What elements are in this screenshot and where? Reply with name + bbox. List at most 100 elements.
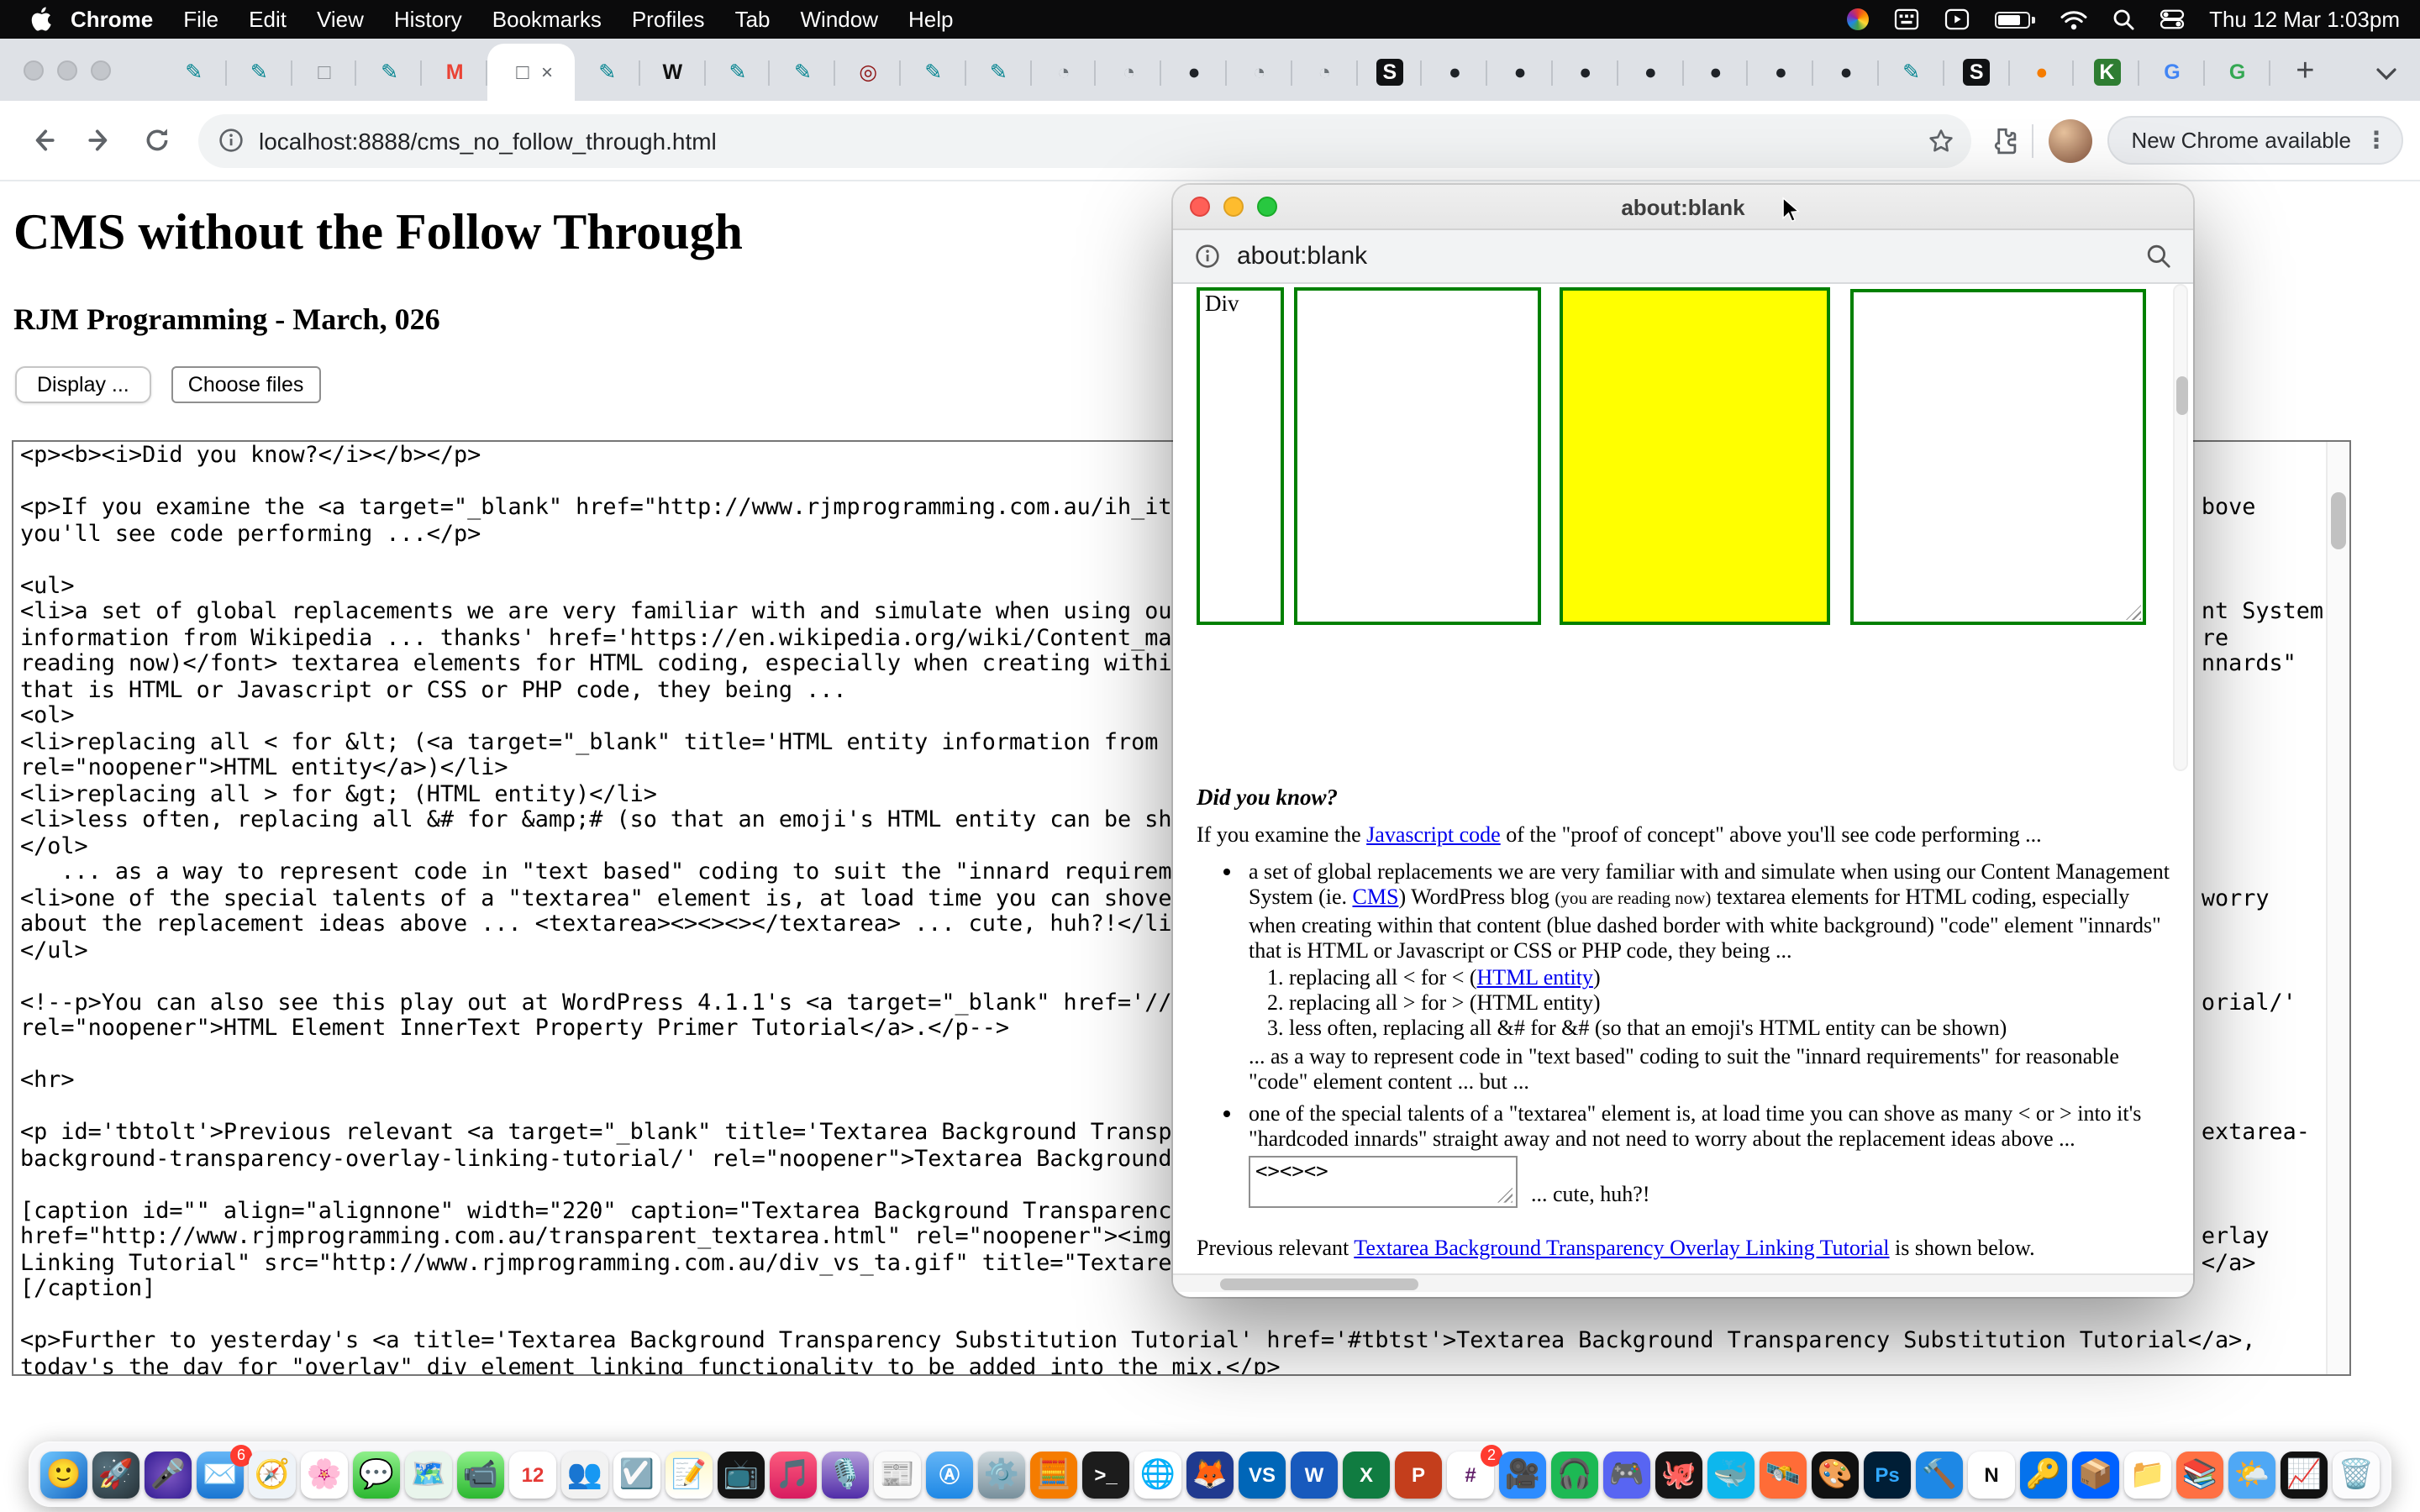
browser-tab[interactable]: ● — [1813, 44, 1879, 101]
back-button[interactable] — [17, 115, 67, 165]
innards-textarea[interactable] — [1249, 1156, 1518, 1208]
menu-item-profiles[interactable]: Profiles — [617, 7, 720, 32]
dock-music-icon[interactable]: 🎵 — [770, 1451, 817, 1498]
choose-files-button[interactable]: Choose files — [171, 366, 321, 403]
popup-inner-scrollbar[interactable] — [2173, 284, 2188, 771]
dock-figma-icon[interactable]: 🎨 — [1812, 1451, 1859, 1498]
dock-discord-icon[interactable]: 🎮 — [1603, 1451, 1650, 1498]
popup-minimize-button[interactable] — [1223, 197, 1244, 217]
dock-maps-icon[interactable]: 🗺️ — [405, 1451, 452, 1498]
popup-horizontal-scrollbar-thumb[interactable] — [1220, 1278, 1418, 1289]
dock-terminal-icon[interactable]: >_ — [1082, 1451, 1129, 1498]
popup-zoom-button[interactable] — [1257, 197, 1277, 217]
menu-item-help[interactable]: Help — [893, 7, 969, 32]
browser-tab[interactable]: ✎ — [901, 44, 966, 101]
dock-safari-icon[interactable]: 🧭 — [249, 1451, 296, 1498]
menu-item-window[interactable]: Window — [786, 7, 894, 32]
menu-item-view[interactable]: View — [302, 7, 379, 32]
dock-mail-icon[interactable]: ✉️6 — [197, 1451, 244, 1498]
dock-appstore-icon[interactable]: Ⓐ — [926, 1451, 973, 1498]
dock-reminders-icon[interactable]: ☑️ — [613, 1451, 660, 1498]
browser-tab[interactable]: ✎ — [357, 44, 423, 101]
browser-tab[interactable]: ✎ — [966, 44, 1032, 101]
chrome-menu-kebab-icon[interactable]: ⋮ — [2365, 126, 2388, 155]
browser-tab[interactable]: ● — [1749, 44, 1814, 101]
textarea-vertical-scrollbar[interactable] — [2326, 442, 2349, 1374]
browser-tab[interactable]: ◔ — [1292, 44, 1358, 101]
popup-inner-scrollbar-thumb[interactable] — [2175, 376, 2187, 415]
playback-icon[interactable] — [1944, 8, 1969, 30]
browser-tab[interactable]: M — [422, 44, 487, 101]
popup-close-button[interactable] — [1190, 197, 1210, 217]
browser-tab[interactable]: ● — [1553, 44, 1618, 101]
bookmark-star-icon[interactable] — [1928, 127, 1954, 154]
browser-tab[interactable]: G — [2139, 44, 2205, 101]
popup-info-icon[interactable] — [1195, 244, 1220, 269]
extensions-puzzle-icon[interactable] — [1988, 126, 2017, 155]
menu-item-chrome[interactable]: Chrome — [60, 7, 168, 32]
apple-menu-icon[interactable] — [20, 7, 60, 32]
dock-spotify-icon[interactable]: 🎧 — [1551, 1451, 1598, 1498]
browser-tab[interactable]: ● — [1487, 44, 1553, 101]
forward-button[interactable] — [74, 115, 124, 165]
dock-finder-icon[interactable]: 🙂 — [40, 1451, 87, 1498]
close-window-button[interactable] — [24, 60, 44, 81]
popup-horizontal-scrollbar[interactable] — [1173, 1273, 2193, 1292]
dock-xcode-icon[interactable]: 🔨 — [1916, 1451, 1963, 1498]
tab-close-icon[interactable]: × — [541, 60, 553, 84]
browser-tab[interactable]: ✎ — [771, 44, 836, 101]
browser-tab[interactable]: S — [1357, 44, 1423, 101]
javascript-code-link[interactable]: Javascript code — [1366, 822, 1501, 847]
dock-weather-icon[interactable]: 🌤️ — [2228, 1451, 2275, 1498]
dock-zoom-icon[interactable]: 🎥 — [1499, 1451, 1546, 1498]
popup-search-icon[interactable] — [2146, 244, 2171, 269]
dock-settings-icon[interactable]: ⚙️ — [978, 1451, 1025, 1498]
dock-drive-icon[interactable]: 📁 — [2124, 1451, 2171, 1498]
dock-postman-icon[interactable]: 🛰️ — [1760, 1451, 1807, 1498]
browser-tab[interactable]: ● — [1161, 44, 1227, 101]
html-entity-link[interactable]: HTML entity — [1477, 965, 1593, 990]
dock-photoshop-icon[interactable]: Ps — [1864, 1451, 1911, 1498]
browser-tab[interactable]: ✎ — [227, 44, 292, 101]
browser-tab[interactable]: ◔ — [1097, 44, 1162, 101]
popup-title-bar[interactable]: about:blank — [1173, 185, 2193, 230]
dock-word-icon[interactable]: W — [1291, 1451, 1338, 1498]
zoom-window-button[interactable] — [91, 60, 111, 81]
dock-tv-icon[interactable]: 📺 — [718, 1451, 765, 1498]
browser-tab[interactable]: ✎ — [161, 44, 227, 101]
dock-excel-icon[interactable]: X — [1343, 1451, 1390, 1498]
browser-tab[interactable]: G — [2205, 44, 2270, 101]
dock-stocks-icon[interactable]: 📈 — [2281, 1451, 2328, 1498]
menu-item-file[interactable]: File — [168, 7, 234, 32]
scrollbar-thumb[interactable] — [2331, 492, 2346, 549]
browser-tab[interactable]: ◎ — [835, 44, 901, 101]
dock-notes-icon[interactable]: 📝 — [666, 1451, 713, 1498]
profile-avatar[interactable] — [2049, 118, 2092, 162]
browser-tab[interactable]: ● — [2009, 44, 2075, 101]
dock-1password-icon[interactable]: 🔑 — [2020, 1451, 2067, 1498]
reload-button[interactable] — [131, 115, 182, 165]
menu-item-bookmarks[interactable]: Bookmarks — [477, 7, 617, 32]
address-bar[interactable]: localhost:8888/cms_no_follow_through.htm… — [198, 113, 1971, 167]
demo-textarea[interactable] — [1850, 289, 2146, 625]
active-tab[interactable]: □× — [487, 44, 575, 101]
browser-tab[interactable]: ● — [1423, 44, 1488, 101]
dock-trash-icon[interactable]: 🗑️ — [2333, 1451, 2380, 1498]
site-info-icon[interactable] — [218, 128, 244, 153]
dock-news-icon[interactable]: 📰 — [874, 1451, 921, 1498]
display-button[interactable]: Display ... — [15, 366, 151, 403]
minimize-window-button[interactable] — [57, 60, 77, 81]
dock-calendar-icon[interactable]: 12 — [509, 1451, 556, 1498]
dock-firefox-icon[interactable]: 🦊 — [1186, 1451, 1234, 1498]
control-center-icon[interactable] — [2159, 8, 2184, 30]
dock-calculator-icon[interactable]: 🧮 — [1030, 1451, 1077, 1498]
color-status-app-icon[interactable] — [1846, 8, 1868, 30]
browser-tab[interactable]: □ — [292, 44, 357, 101]
dock-dropbox-icon[interactable]: 📦 — [2072, 1451, 2119, 1498]
dock-books-icon[interactable]: 📚 — [2176, 1451, 2223, 1498]
browser-tab[interactable]: W — [640, 44, 706, 101]
popup-url-text[interactable]: about:blank — [1237, 242, 1367, 270]
menu-item-edit[interactable]: Edit — [234, 7, 302, 32]
dock-contacts-icon[interactable]: 👥 — [561, 1451, 608, 1498]
dock-vscode-icon[interactable]: VS — [1239, 1451, 1286, 1498]
